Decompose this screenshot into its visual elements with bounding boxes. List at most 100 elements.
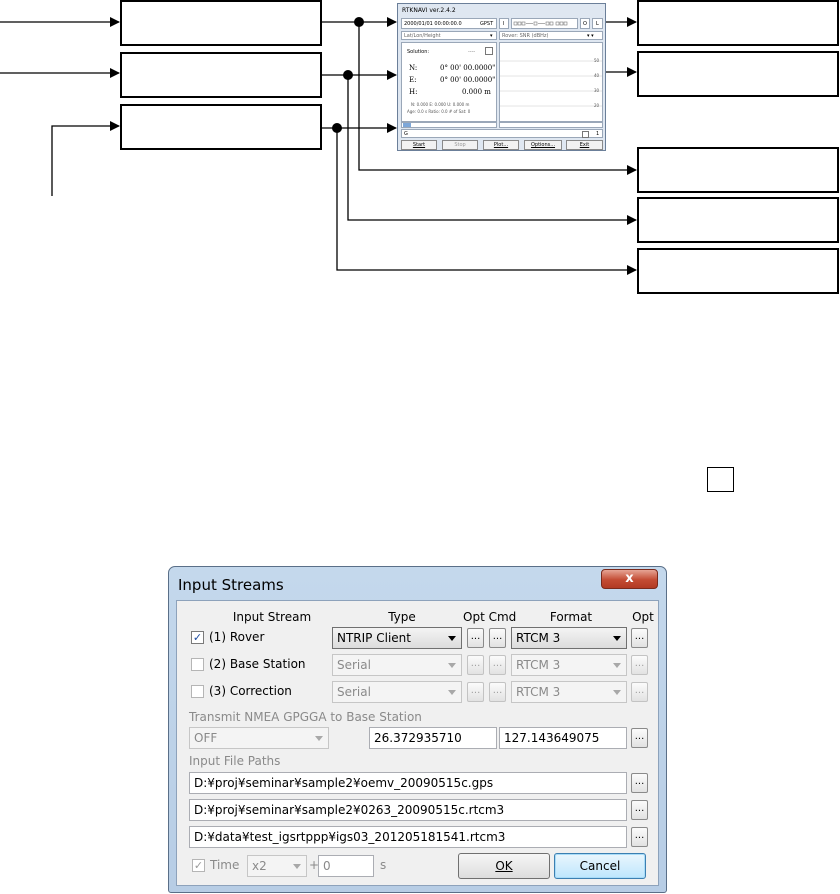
height-value: 0.000 m	[462, 88, 491, 96]
east-label: E:	[409, 76, 417, 84]
ok-button[interactable]: OK	[458, 853, 550, 879]
height-label: H:	[409, 88, 418, 96]
correction-format-opt-button[interactable]: ...	[631, 682, 648, 702]
chevron-down-icon: ▾	[490, 33, 493, 39]
rtknavi-exit-button[interactable]: Exit	[566, 140, 603, 150]
chevron-down-icon	[448, 636, 456, 641]
rtknavi-output-btn-label: O	[583, 21, 587, 27]
rtknavi-output-btn[interactable]: O	[580, 18, 590, 29]
dialog-title: Input Streams	[178, 576, 284, 594]
nmea-longitude-field[interactable]: 127.143649075	[499, 727, 627, 749]
base-station-type-opt-button[interactable]: ...	[467, 655, 484, 675]
rover-type-select[interactable]: NTRIP Client	[332, 627, 462, 649]
status-right: 1	[596, 131, 600, 137]
rtknavi-time-sys: GPST	[480, 21, 494, 27]
chevron-down-icon	[448, 690, 456, 695]
input-box-3	[120, 104, 322, 150]
chevron-down-icon	[613, 636, 621, 641]
correction-cmd-button[interactable]: ...	[489, 682, 506, 702]
output-box-4	[637, 197, 839, 243]
nmea-label: Transmit NMEA GPGGA to Base Station	[189, 710, 422, 724]
rtknavi-input-btn[interactable]: I	[499, 18, 509, 29]
path-field-3[interactable]: D:¥data¥test_igsrtppp¥igs03_201205181541…	[189, 826, 627, 848]
correction-format-value: RTCM 3	[516, 685, 561, 699]
output-box-3	[637, 147, 839, 193]
rover-format-select[interactable]: RTCM 3	[511, 627, 627, 649]
time-label: Time	[210, 858, 240, 872]
base-station-format-opt-button[interactable]: ...	[631, 655, 648, 675]
correction-type-opt-button[interactable]: ...	[467, 682, 484, 702]
path-field-2[interactable]: D:¥proj¥seminar¥sample2¥0263_20090515c.r…	[189, 799, 627, 821]
rover-type-value: NTRIP Client	[337, 631, 411, 645]
input-box-1	[120, 0, 322, 46]
path-browse-button-3[interactable]: ...	[631, 827, 648, 847]
base-station-type-select[interactable]: Serial	[332, 654, 462, 676]
rtknavi-log-btn[interactable]: L	[592, 18, 603, 29]
correction-type-select[interactable]: Serial	[332, 681, 462, 703]
rtknavi-status-bar: G 1	[401, 129, 603, 138]
rtknavi-title: RTKNAVI ver.2.4.2	[402, 7, 456, 14]
solution-value: ----	[468, 49, 476, 55]
solution-label: Solution:	[407, 49, 430, 55]
chevron-down-icon	[613, 690, 621, 695]
header-type: Type	[388, 610, 416, 624]
base-station-checkbox[interactable]	[191, 658, 204, 671]
offset-field[interactable]: 0	[318, 855, 374, 877]
chevron-down-icon	[315, 736, 323, 741]
rtknavi-stop-button[interactable]: Stop	[442, 140, 478, 150]
chevron-down-icon	[613, 663, 621, 668]
rtknavi-stream-indicators	[511, 18, 578, 29]
rover-checkbox[interactable]: ✓	[191, 631, 204, 644]
base-station-cmd-button[interactable]: ...	[489, 655, 506, 675]
snr-tick: 30	[594, 88, 600, 93]
flow-diagram: RTKNAVI ver.2.4.2 2000/01/01 00:00:00.0 …	[0, 0, 840, 300]
base-station-label: (2) Base Station	[209, 657, 306, 671]
correction-label: (3) Correction	[209, 684, 292, 698]
placeholder-square	[707, 467, 734, 492]
correction-format-select[interactable]: RTCM 3	[511, 681, 627, 703]
time-checkbox[interactable]: ✓	[192, 859, 205, 872]
path-browse-button-2[interactable]: ...	[631, 800, 648, 820]
rtknavi-mode-select[interactable]: Lat/Lon/Height ▾	[401, 31, 497, 40]
rtknavi-mode-value: Lat/Lon/Height	[404, 33, 441, 39]
close-button[interactable]: x	[601, 569, 658, 589]
input-box-2	[120, 52, 322, 98]
rtknavi-scrollbar-left[interactable]	[401, 122, 497, 128]
rtknavi-plot-select[interactable]: Rover: SNR (dBHz) ▾ ▾	[499, 31, 603, 40]
header-input-stream: Input Stream	[232, 610, 312, 624]
speed-select[interactable]: x2	[247, 855, 307, 877]
std-line: N: 0.000 E: 0.000 U: 0.000 m	[411, 102, 470, 107]
header-format: Format	[549, 610, 593, 624]
rover-format-value: RTCM 3	[516, 631, 561, 645]
chevron-down-icon	[448, 663, 456, 668]
rtknavi-plot-mode-value: Rover: SNR (dBHz)	[502, 33, 549, 39]
speed-value: x2	[252, 859, 267, 873]
rover-type-opt-button[interactable]: ...	[467, 628, 484, 648]
header-opt-cmd: Opt Cmd	[463, 610, 517, 624]
path-browse-button-1[interactable]: ...	[631, 773, 648, 793]
output-box-5	[637, 248, 839, 294]
correction-type-value: Serial	[337, 685, 371, 699]
base-station-format-select[interactable]: RTCM 3	[511, 654, 627, 676]
cancel-button[interactable]: Cancel	[554, 853, 646, 879]
correction-checkbox[interactable]	[191, 685, 204, 698]
path-field-1[interactable]: D:¥proj¥seminar¥sample2¥oemv_20090515c.g…	[189, 772, 627, 794]
rtknavi-solution-panel: Solution: ---- N: 0° 00' 00.0000" E: 0° …	[401, 42, 497, 122]
unit-label: s	[380, 858, 387, 872]
status-icon	[582, 131, 589, 138]
rtknavi-start-button[interactable]: Start	[401, 140, 437, 150]
rtknavi-snr-plot: 50 40 30 20	[499, 42, 603, 122]
nmea-position-button[interactable]: ...	[631, 728, 648, 748]
rtknavi-plot-button[interactable]: Plot...	[483, 140, 519, 150]
rtknavi-scrollbar-right[interactable]	[499, 122, 603, 128]
rover-format-opt-button[interactable]: ...	[631, 628, 648, 648]
rtknavi-options-button[interactable]: Options...	[524, 140, 562, 150]
nmea-mode-select[interactable]: OFF	[189, 727, 329, 749]
nmea-latitude-field[interactable]: 26.372935710	[369, 727, 497, 749]
solution-indicator-icon	[485, 47, 493, 55]
scroll-thumb[interactable]	[403, 123, 411, 127]
rover-label: (1) Rover	[209, 630, 265, 644]
rtknavi-input-btn-label: I	[503, 21, 505, 27]
rover-cmd-button[interactable]: ...	[489, 628, 506, 648]
north-value: 0° 00' 00.0000"	[440, 64, 496, 72]
